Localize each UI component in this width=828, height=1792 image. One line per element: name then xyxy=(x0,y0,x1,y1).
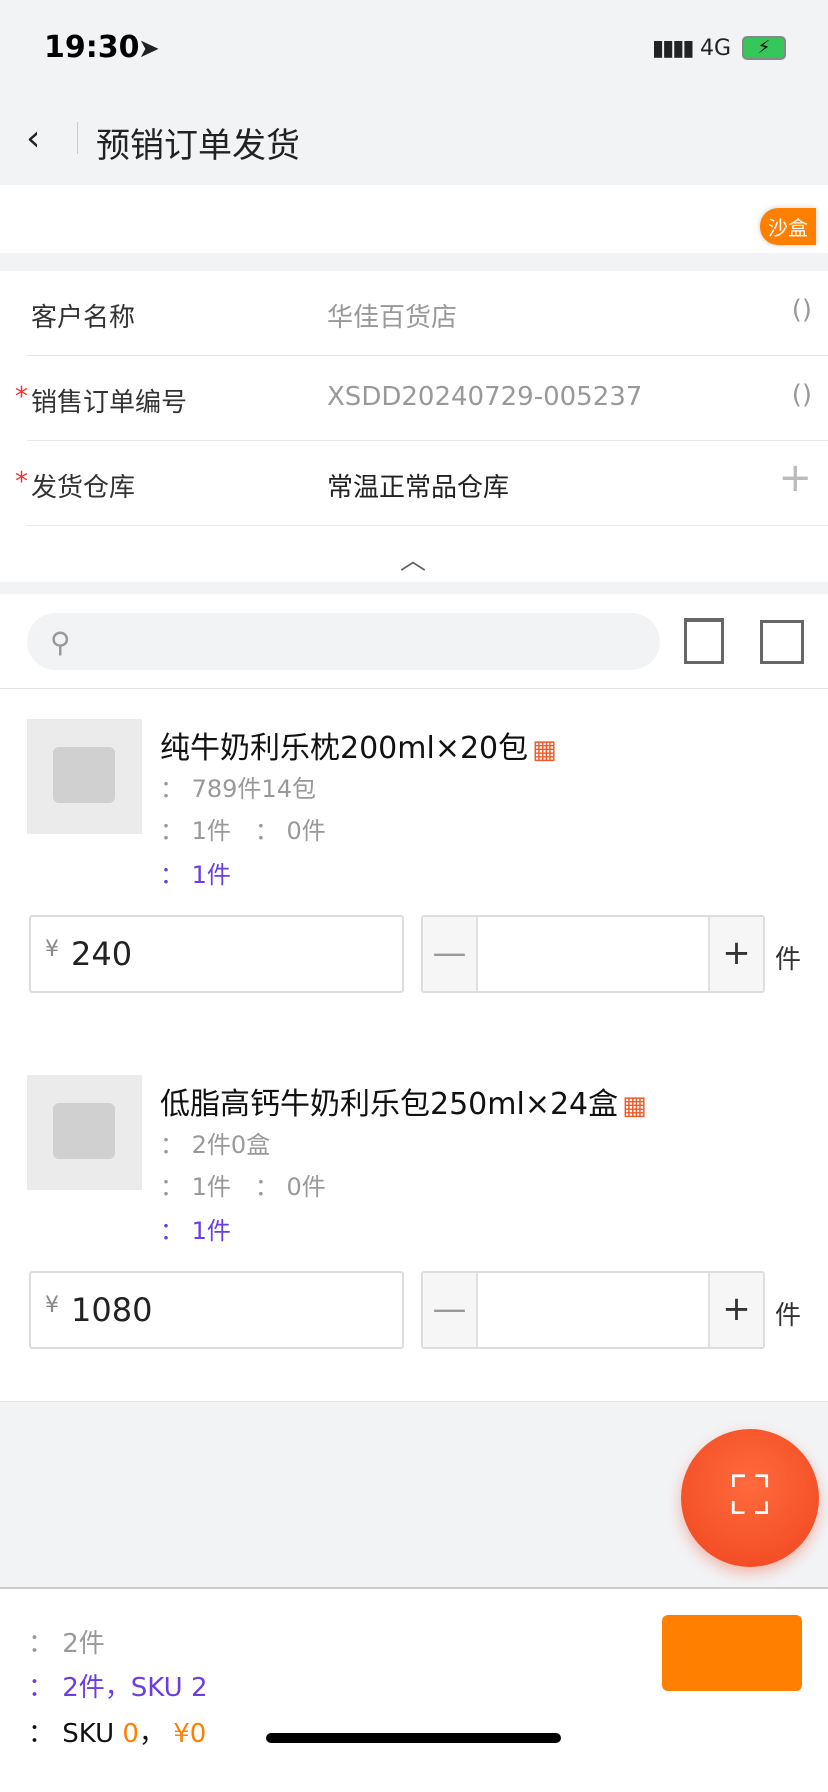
plus-button[interactable]: + xyxy=(708,1273,763,1347)
minus-button[interactable]: — xyxy=(423,917,478,991)
summary-prefix: ： SKU xyxy=(28,1719,123,1749)
nav-divider xyxy=(77,122,78,154)
status-time: 19:30 xyxy=(44,30,140,65)
product-name: 低脂高钙牛奶利乐包250ml×24盒 ▦ xyxy=(160,1079,647,1123)
collapse-chevron-icon[interactable]: ︿ xyxy=(400,540,426,577)
sandbox-badge[interactable]: 沙盒 xyxy=(760,208,816,245)
price-value: 1080 xyxy=(71,1291,153,1329)
summary-separator: ， xyxy=(138,1719,165,1749)
warehouse-value: 常温正常品仓库 xyxy=(327,473,510,503)
top-band xyxy=(0,185,828,253)
unit-label: 件 xyxy=(775,945,802,975)
signal-icon: ▮▮▮▮ xyxy=(652,36,694,61)
product-quantities: ： 1件 ： 0件 xyxy=(160,1173,326,1201)
currency-symbol: ¥ xyxy=(45,1293,59,1318)
quantity-stepper[interactable]: — + xyxy=(421,1271,765,1349)
back-icon[interactable]: ‹ xyxy=(26,118,40,159)
required-mark: * xyxy=(15,467,28,497)
product-image-placeholder-icon xyxy=(27,1075,142,1190)
qr-code-icon[interactable]: ▦ xyxy=(532,735,557,765)
search-input[interactable] xyxy=(27,613,660,670)
search-icon: ⚲ xyxy=(50,626,71,659)
product-image-placeholder-icon xyxy=(27,719,142,834)
scan-icon: ⛶ xyxy=(731,1464,769,1527)
field-label: 销售订单编号 xyxy=(31,388,188,418)
delete-icon[interactable] xyxy=(684,618,724,664)
quantity-stepper[interactable]: — + xyxy=(421,915,765,993)
product-pending: ： 1件 xyxy=(160,1217,231,1245)
plus-icon[interactable]: + xyxy=(778,455,812,501)
price-value: 240 xyxy=(71,935,133,973)
upload-icon[interactable] xyxy=(760,620,804,664)
product-quantities: ： 1件 ： 0件 xyxy=(160,817,326,845)
product-card: 低脂高钙牛奶利乐包250ml×24盒 ▦ ： 2件0盒 ： 1件 ： 0件 ： 1… xyxy=(0,1045,828,1402)
product-card: 纯牛奶利乐枕200ml×20包 ▦ ： 789件14包 ： 1件 ： 0件 ： 1… xyxy=(0,689,828,1046)
customer-value: 华佳百货店 xyxy=(327,303,458,333)
product-name-text: 纯牛奶利乐枕200ml×20包 xyxy=(160,731,529,766)
status-bar: 19:30 ➤ ▮▮▮▮ 4G ⚡ xyxy=(0,0,828,90)
order-number-value: XSDD20240729-005237 xyxy=(327,382,643,412)
product-stock: ： 789件14包 xyxy=(160,775,316,803)
price-input[interactable]: ¥240 xyxy=(29,915,404,993)
summary-selected: ： SKU 0， ¥0 xyxy=(28,1713,206,1750)
network-type: 4G xyxy=(700,36,732,61)
field-label: 客户名称 xyxy=(31,303,136,333)
summary-amount: ¥0 xyxy=(173,1719,207,1749)
unit-label: 件 xyxy=(775,1301,802,1331)
select-icon[interactable]: () xyxy=(792,380,812,410)
home-indicator xyxy=(266,1733,561,1743)
summary-pending: ： 2件，SKU 2 xyxy=(28,1673,208,1703)
location-icon: ➤ xyxy=(138,34,160,64)
summary-sku-count: 0 xyxy=(122,1719,139,1749)
warehouse-row[interactable]: * 发货仓库 常温正常品仓库 + xyxy=(15,441,828,526)
scan-button[interactable]: ⛶ xyxy=(681,1429,819,1567)
select-icon[interactable]: () xyxy=(792,295,812,325)
battery-charging-icon: ⚡ xyxy=(742,36,786,60)
product-pending: ： 1件 xyxy=(160,861,231,889)
qr-code-icon[interactable]: ▦ xyxy=(622,1091,647,1121)
minus-button[interactable]: — xyxy=(423,1273,478,1347)
field-label: 发货仓库 xyxy=(31,473,136,503)
product-stock: ： 2件0盒 xyxy=(160,1131,271,1159)
price-input[interactable]: ¥1080 xyxy=(29,1271,404,1349)
plus-button[interactable]: + xyxy=(708,917,763,991)
order-form: 客户名称 华佳百货店 () * 销售订单编号 XSDD20240729-0052… xyxy=(0,271,828,582)
submit-button[interactable] xyxy=(662,1615,802,1691)
product-name-text: 低脂高钙牛奶利乐包250ml×24盒 xyxy=(160,1087,619,1122)
order-number-row[interactable]: * 销售订单编号 XSDD20240729-005237 () xyxy=(15,356,828,441)
summary-total: ： 2件 xyxy=(28,1629,105,1659)
page-title: 预销订单发货 xyxy=(96,126,300,166)
currency-symbol: ¥ xyxy=(45,937,59,962)
product-name: 纯牛奶利乐枕200ml×20包 ▦ xyxy=(160,723,557,767)
required-mark: * xyxy=(15,382,28,412)
customer-row[interactable]: 客户名称 华佳百货店 () xyxy=(27,271,828,356)
